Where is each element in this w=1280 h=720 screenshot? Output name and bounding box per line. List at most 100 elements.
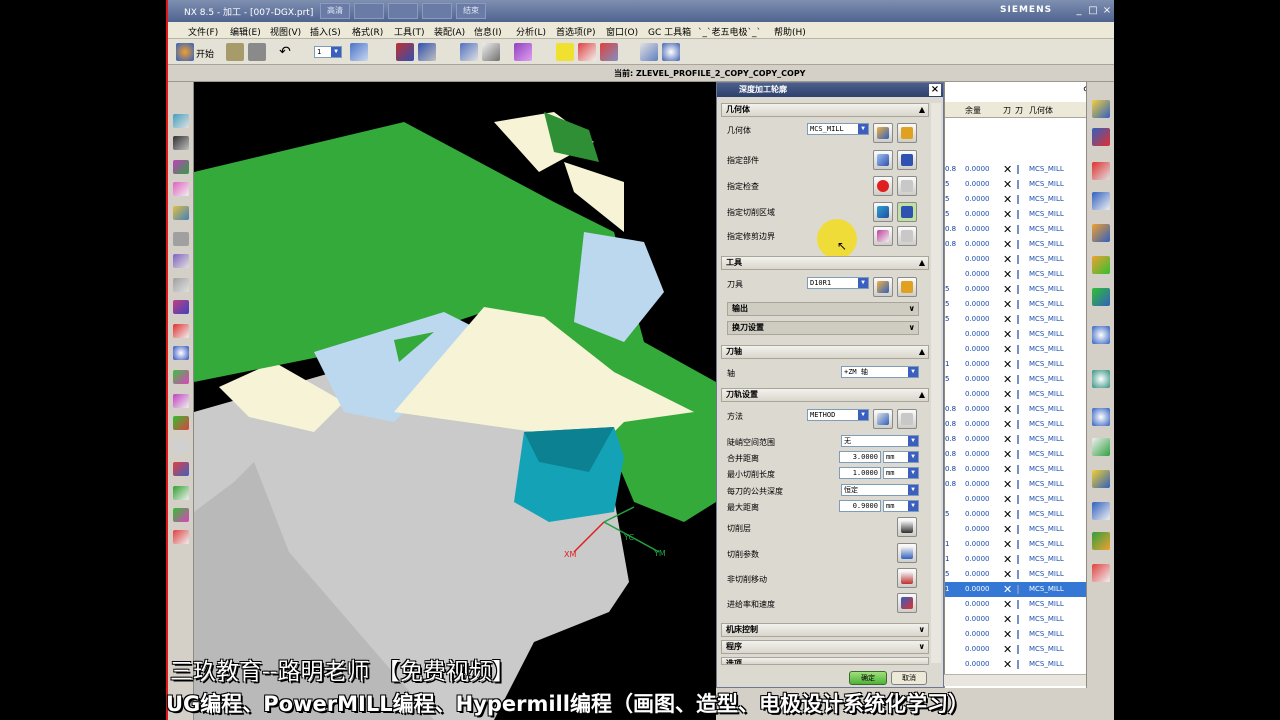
sketch-icon[interactable] — [173, 440, 189, 454]
navigator-row[interactable]: 5 0.0000 ✕ MCS_MILL — [945, 177, 1086, 192]
menu-electrode[interactable]: `_`老五电极`_` — [698, 25, 761, 38]
end-button[interactable]: 结束 — [456, 3, 486, 19]
display-trim-button[interactable] — [897, 226, 917, 246]
header-tool-a[interactable]: 刀 — [1003, 105, 1011, 116]
min-cut-length-input[interactable]: 1.0000 — [839, 467, 881, 479]
zoom-icon[interactable] — [662, 43, 680, 61]
shade-icon[interactable] — [173, 182, 189, 196]
navigator-row[interactable]: 5 0.0000 ✕ MCS_MILL — [945, 372, 1086, 387]
section-tool[interactable]: 工具 ▲ — [721, 256, 929, 270]
section-output[interactable]: 输出 ∨ — [727, 302, 919, 316]
merge-unit-select[interactable]: mm ▼ — [883, 451, 919, 463]
undo-icon[interactable]: ↶ — [276, 43, 294, 61]
menu-edit[interactable]: 编辑(E) — [230, 25, 261, 38]
navigator-row[interactable]: 1 0.0000 ✕ MCS_MILL — [945, 552, 1086, 567]
layer-select[interactable]: 1 ▼ — [314, 46, 342, 58]
cut-params-button[interactable] — [897, 543, 917, 563]
menu-tools[interactable]: 工具(T) — [394, 25, 425, 38]
navigator-row[interactable]: 0.0000 ✕ MCS_MILL — [945, 252, 1086, 267]
navigator-row[interactable]: 0.8 0.0000 ✕ MCS_MILL — [945, 222, 1086, 237]
resource-icon-13[interactable] — [1092, 502, 1110, 520]
navigator-row[interactable]: 0.0000 ✕ MCS_MILL — [945, 597, 1086, 612]
title-button-2[interactable] — [354, 3, 384, 19]
navigator-row[interactable]: 0.0000 ✕ MCS_MILL — [945, 492, 1086, 507]
resource-icon-2[interactable] — [1092, 128, 1110, 146]
resource-icon-3[interactable] — [1092, 162, 1110, 180]
resource-icon-12[interactable] — [1092, 470, 1110, 488]
edit-geometry-button[interactable] — [897, 123, 917, 143]
specify-check-button[interactable] — [873, 176, 893, 196]
feature-icon[interactable] — [173, 486, 189, 500]
resource-icon-8[interactable] — [1092, 326, 1110, 344]
navigator-row[interactable]: 5 0.0000 ✕ MCS_MILL — [945, 507, 1086, 522]
hd-button[interactable]: 高清 — [320, 3, 350, 19]
ok-button[interactable]: 确定 — [849, 671, 887, 685]
specify-part-button[interactable] — [873, 150, 893, 170]
list-icon[interactable] — [640, 43, 658, 61]
resource-icon-7[interactable] — [1092, 288, 1110, 306]
navigator-row[interactable]: 0.0000 ✕ MCS_MILL — [945, 642, 1086, 657]
simulate-icon[interactable] — [600, 43, 618, 61]
open-icon[interactable] — [226, 43, 244, 61]
section-machine-control[interactable]: 机床控制 ∨ — [721, 623, 929, 637]
navigator-hscroll[interactable] — [944, 674, 1086, 686]
navigator-row[interactable]: 5 0.0000 ✕ MCS_MILL — [945, 207, 1086, 222]
save-icon[interactable] — [248, 43, 266, 61]
axis-select[interactable]: +ZM 轴 ▼ — [841, 366, 919, 378]
clock-icon[interactable] — [1092, 408, 1110, 426]
menu-preferences[interactable]: 首选项(P) — [556, 25, 595, 38]
navigator-row[interactable]: 0.8 0.0000 ✕ MCS_MILL — [945, 237, 1086, 252]
navigator-row[interactable]: 1 0.0000 ✕ MCS_MILL — [945, 582, 1086, 597]
resource-icon-14[interactable] — [1092, 532, 1110, 550]
header-tool-b[interactable]: 刀 — [1015, 105, 1023, 116]
title-button-4[interactable] — [422, 3, 452, 19]
specify-trim-button[interactable] — [873, 226, 893, 246]
resource-icon-4[interactable] — [1092, 192, 1110, 210]
edit-tool-button[interactable] — [897, 277, 917, 297]
resource-icon-5[interactable] — [1092, 224, 1110, 242]
header-geometry[interactable]: 几何体 — [1029, 105, 1053, 116]
navigator-row[interactable]: 0.8 0.0000 ✕ MCS_MILL — [945, 402, 1086, 417]
assembly-icon[interactable] — [173, 462, 189, 476]
navigator-row[interactable]: 0.0000 ✕ MCS_MILL — [945, 387, 1086, 402]
mill-icon[interactable] — [173, 530, 189, 544]
common-depth-select[interactable]: 恒定 ▼ — [841, 484, 919, 496]
navigator-row[interactable]: 5 0.0000 ✕ MCS_MILL — [945, 297, 1086, 312]
menu-format[interactable]: 格式(R) — [352, 25, 383, 38]
minimize-button[interactable]: _ — [1072, 4, 1086, 17]
measure-icon[interactable] — [482, 43, 500, 61]
section-options[interactable]: 选项 — [721, 657, 929, 665]
steep-select[interactable]: 无 ▼ — [841, 435, 919, 447]
navigator-row[interactable]: 0.8 0.0000 ✕ MCS_MILL — [945, 417, 1086, 432]
cancel-button[interactable]: 取消 — [891, 671, 927, 685]
close-button[interactable]: × — [1100, 4, 1114, 17]
resource-icon-6[interactable] — [1092, 256, 1110, 274]
navigator-row[interactable]: 0.0000 ✕ MCS_MILL — [945, 267, 1086, 282]
min-cut-unit-select[interactable]: mm ▼ — [883, 467, 919, 479]
navigator-row[interactable]: 0.0000 ✕ MCS_MILL — [945, 627, 1086, 642]
display-cut-area-button[interactable] — [897, 202, 917, 222]
tool-select[interactable]: D10R1 ▼ — [807, 277, 869, 289]
menu-analysis[interactable]: 分析(L) — [516, 25, 546, 38]
navigator-row[interactable]: 0.8 0.0000 ✕ MCS_MILL — [945, 477, 1086, 492]
navigator-row[interactable]: 1 0.0000 ✕ MCS_MILL — [945, 537, 1086, 552]
max-distance-unit-select[interactable]: mm ▼ — [883, 500, 919, 512]
layer-settings-icon[interactable] — [350, 43, 368, 61]
camera-icon[interactable] — [173, 136, 189, 150]
start-label[interactable]: 开始 — [196, 47, 214, 60]
menu-file[interactable]: 文件(F) — [188, 25, 218, 38]
resource-icon-11[interactable] — [1092, 438, 1110, 456]
navigator-row[interactable]: 0.0000 ✕ MCS_MILL — [945, 522, 1086, 537]
menu-help[interactable]: 帮助(H) — [774, 25, 806, 38]
feeds-speeds-button[interactable] — [897, 593, 917, 613]
section-program[interactable]: 程序 ∨ — [721, 640, 929, 654]
title-button-3[interactable] — [388, 3, 418, 19]
navigator-row[interactable]: 0.0000 ✕ MCS_MILL — [945, 327, 1086, 342]
cube-icon[interactable] — [173, 160, 189, 174]
part-icon[interactable] — [514, 43, 532, 61]
max-distance-input[interactable]: 0.9000 — [839, 500, 881, 512]
verify-icon[interactable] — [578, 43, 596, 61]
geometry-icon[interactable] — [173, 508, 189, 522]
gray-icon[interactable] — [173, 232, 189, 246]
navigator-row[interactable]: 0.0000 ✕ MCS_MILL — [945, 657, 1086, 672]
